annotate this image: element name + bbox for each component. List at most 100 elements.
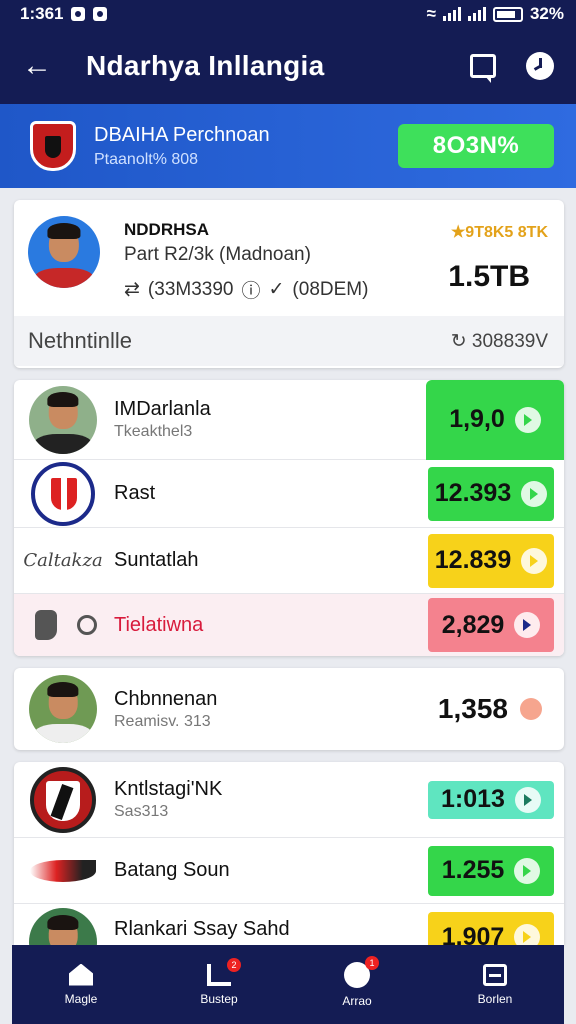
list-item[interactable]: Rlankari Ssay Sahd 1.907 (14, 904, 564, 945)
list-item-title: Chbnnenan (114, 687, 218, 710)
bottom-navigation: Magle 2 Bustep 1 Arrao Borlen (12, 945, 564, 1024)
play-icon (514, 786, 541, 813)
odds-button[interactable]: 12.839 (428, 533, 554, 588)
list-item[interactable]: Chbnnenan Reamisv. 313 1,358 (14, 668, 564, 750)
list-item-title: Rlankari Ssay Sahd (114, 918, 290, 940)
nav-label: Bustep (200, 991, 238, 1006)
ball-icon (520, 698, 542, 720)
list-item-title: Kntlstagi'NK (114, 778, 223, 800)
nav-label: Arrao (342, 993, 372, 1008)
odds-value: 1.255 (441, 856, 505, 884)
search-icon (77, 615, 97, 635)
nav-label: Magle (64, 991, 98, 1006)
list-item-title: IMDarlanla (114, 398, 211, 420)
team-subtitle: Ptaanolt% 808 (94, 150, 199, 168)
player-profile-card[interactable]: NDDRHSA Part R2/3k (Madnoan) ⇄ (33M3390 … (14, 200, 564, 368)
player-name: NDDRHSA (124, 220, 209, 239)
battery-level: 32% (529, 4, 564, 23)
list-item-subtitle: Tkeakthel3 (114, 423, 193, 440)
hand-icon (35, 610, 57, 640)
notification-icon (71, 7, 86, 21)
star-icon: ★ (450, 224, 466, 241)
home-icon (69, 963, 93, 986)
team-crest-icon (30, 121, 76, 171)
app-bar: ← Ndarhya Inllangia (0, 28, 576, 104)
signal-icon (467, 7, 486, 21)
odds-list-card: IMDarlanla Tkeakthel3 1,9,0 Rast 12.393 … (14, 380, 564, 656)
notification-icon (93, 7, 108, 21)
player-stat-right: (08DEM) (292, 278, 369, 300)
sponsor-logo: Caltakza (23, 550, 103, 571)
nav-item-menu[interactable]: Borlen (455, 963, 535, 1006)
team-banner: DBAIHA Perchnoan Ptaanolt% 808 8O3N% (0, 104, 576, 188)
info-icon: ⓘ (241, 281, 261, 302)
list-item[interactable]: Caltakza Suntatlah 12.839 (14, 528, 564, 594)
nav-item-matches[interactable]: 1 Arrao (317, 955, 397, 1008)
avatar (29, 908, 97, 945)
odds-value: 1,9,0 (449, 405, 505, 433)
transfer-icon: ⇄ (124, 279, 140, 300)
list-item[interactable]: Kntlstagi'NK Sas313 1:013 (14, 762, 564, 838)
notification-badge: 1 (365, 955, 379, 970)
status-bar: 1:361 ≈ 32% (0, 0, 576, 28)
odds-value: 2,829 (441, 610, 505, 639)
club-badge-icon (30, 859, 96, 882)
list-item-title: Suntatlah (114, 549, 199, 571)
back-arrow-icon[interactable]: ← (22, 51, 62, 81)
odds-value: 1:013 (441, 785, 505, 813)
player-subtitle: Part R2/3k (Madnoan) (124, 244, 311, 265)
list-item[interactable]: Tielatiwna 2,829 (14, 594, 564, 656)
team-action-button[interactable]: 8O3N% (398, 124, 554, 168)
odds-button[interactable]: 1.255 (428, 845, 554, 896)
play-icon (514, 857, 541, 884)
single-player-card[interactable]: Chbnnenan Reamisv. 313 1,358 (14, 668, 564, 750)
play-icon (514, 612, 541, 638)
list-item-subtitle: Reamisv. 313 (114, 712, 211, 730)
wifi-icon: ≈ (426, 4, 436, 23)
avatar (29, 675, 97, 743)
nav-item-home[interactable]: Magle (41, 963, 121, 1006)
check-icon: ✓ (268, 279, 285, 300)
list-item[interactable]: Rast 12.393 (14, 460, 564, 528)
nav-label: Borlen (477, 991, 513, 1006)
chat-icon[interactable] (470, 54, 496, 83)
nav-item-stats[interactable]: 2 Bustep (179, 957, 259, 1006)
player-stat-left: (33M3390 (147, 278, 234, 300)
odds-button[interactable]: 12.393 (428, 466, 554, 521)
battery-icon (492, 6, 523, 22)
list-item[interactable]: IMDarlanla Tkeakthel3 1,9,0 (14, 380, 564, 460)
avatar (28, 216, 100, 288)
signal-icon (442, 7, 461, 21)
odds-button[interactable]: 1.907 (428, 912, 554, 945)
list-item-title: Tielatiwna (114, 613, 204, 636)
odds-button[interactable]: 2,829 (428, 598, 554, 652)
odds-button[interactable]: 1,9,0 (426, 380, 564, 460)
page-title: Ndarhya Inllangia (86, 50, 325, 81)
odds-value: 12.393 (434, 479, 512, 507)
list-item[interactable]: Batang Soun 1.255 (14, 838, 564, 904)
odds-button[interactable]: 1:013 (428, 780, 554, 819)
play-icon (521, 547, 548, 574)
player-score: 1.5TB (448, 260, 530, 293)
play-icon (514, 406, 541, 433)
odds-list-card: Kntlstagi'NK Sas313 1:013 Batang Soun 1.… (14, 762, 564, 945)
clock-icon[interactable] (526, 52, 554, 80)
team-name: DBAIHA Perchnoan (94, 123, 270, 146)
list-item-subtitle: Sas313 (114, 803, 169, 820)
refresh-icon: ↻ (450, 330, 467, 352)
club-badge-icon (31, 461, 95, 526)
section-label: Nethntinlle (28, 328, 132, 353)
list-icon (483, 963, 507, 986)
avatar (29, 385, 97, 454)
odds-value: 1,358 (437, 693, 508, 724)
notification-badge: 2 (227, 957, 241, 972)
club-badge-icon (30, 766, 96, 833)
odds-value: 1.907 (441, 922, 505, 946)
odds-value: 12.839 (434, 546, 512, 574)
list-item-title: Batang Soun (114, 859, 230, 881)
status-time: 1:361 (20, 4, 64, 23)
play-icon (514, 924, 541, 945)
list-item-title: Rast (114, 482, 156, 504)
section-code: 308839V (471, 330, 548, 352)
player-rating: 9T8K5 8TK (465, 224, 548, 241)
